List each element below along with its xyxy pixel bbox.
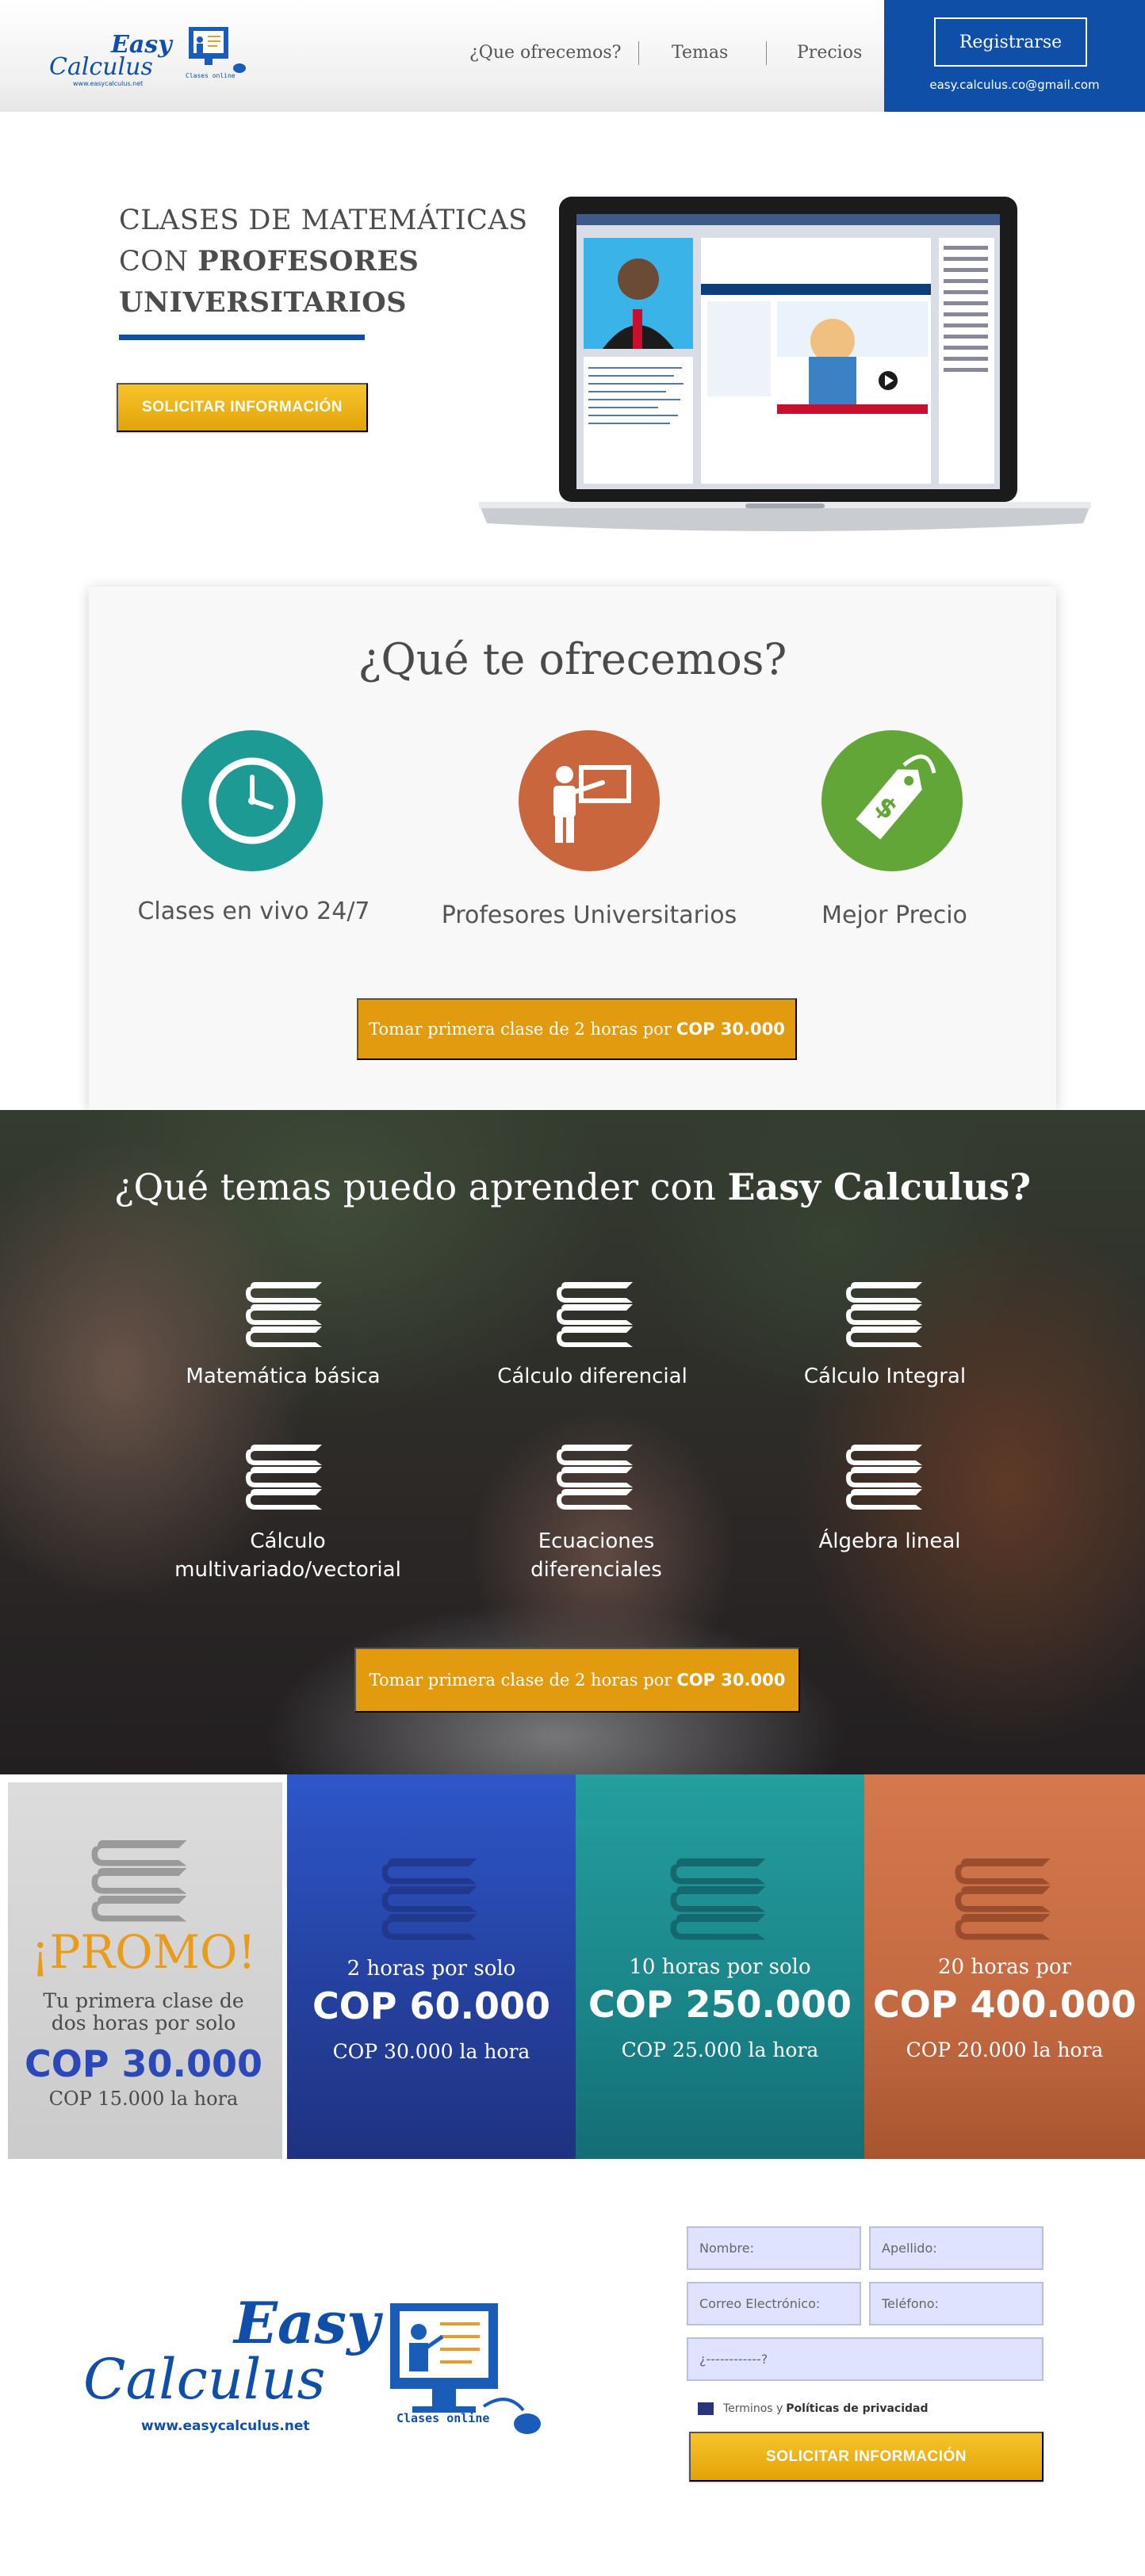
logo-word-calculus: Calculus bbox=[49, 53, 153, 81]
books-icon bbox=[557, 1282, 633, 1347]
submit-request-info-button[interactable]: SOLICITAR INFORMACIÓN bbox=[689, 2432, 1044, 2482]
first-class-button[interactable]: Tomar primera clase de 2 horas por COP 30… bbox=[357, 998, 797, 1060]
logo-tagline: Clases online bbox=[396, 2411, 489, 2425]
logo-url: www.easycalculus.net bbox=[141, 2418, 310, 2434]
plan-2-hours-column[interactable]: 2 horas por solo COP 60.000 COP 30.000 l… bbox=[287, 1774, 576, 2159]
plan-price: COP 60.000 bbox=[312, 1985, 551, 2027]
logo-word-calculus: Calculus bbox=[83, 2347, 325, 2412]
nav-link-que-ofrecemos[interactable]: ¿Que ofrecemos? bbox=[469, 43, 621, 63]
plan-duration: 2 horas por solo bbox=[347, 1957, 516, 1981]
site-header: Easy Calculus www.easycalculus.net Clase… bbox=[0, 0, 1145, 112]
clock-feature-circle bbox=[182, 730, 323, 871]
books-icon bbox=[955, 1858, 1051, 1940]
hero-request-info-button[interactable]: SOLICITAR INFORMACIÓN bbox=[117, 383, 368, 432]
plan-20-hours-column[interactable]: 20 horas por COP 400.000 COP 20.000 la h… bbox=[864, 1774, 1145, 2159]
register-button[interactable]: Registrarse bbox=[934, 17, 1087, 67]
price-tag-icon: $ bbox=[856, 754, 936, 840]
email-input[interactable] bbox=[687, 2282, 861, 2325]
offer-title: ¿Qué te ofrecemos? bbox=[358, 634, 787, 684]
laptop-screenshot-image bbox=[479, 197, 1091, 531]
plan-duration: 10 horas por solo bbox=[629, 1955, 811, 1979]
hero-title-line: UNIVERSITARIOS bbox=[119, 286, 407, 319]
teacher-icon bbox=[553, 765, 631, 843]
topics-first-class-button-text: Tomar primera clase de 2 horas por bbox=[369, 1671, 672, 1690]
logo-url: www.easycalculus.net bbox=[73, 80, 143, 87]
feature-label-live-classes: Clases en vivo 24/7 bbox=[137, 898, 370, 925]
books-icon bbox=[246, 1445, 322, 1510]
teacher-feature-circle bbox=[519, 730, 660, 871]
nav-divider bbox=[638, 41, 639, 65]
books-icon bbox=[557, 1445, 633, 1510]
promo-line: Tu primera clase de bbox=[43, 1989, 244, 2012]
topics-first-class-button[interactable]: Tomar primera clase de 2 horas por COP 30… bbox=[354, 1648, 800, 1713]
books-icon bbox=[246, 1282, 322, 1347]
terms-text: Terminos y bbox=[723, 2402, 783, 2415]
plan-per-hour: COP 25.000 la hora bbox=[621, 2038, 819, 2061]
hero-title-line: CLASES DE MATEMÁTICAS bbox=[119, 205, 528, 236]
nav-link-temas[interactable]: Temas bbox=[672, 43, 728, 63]
terms-row: Terminos y Políticas de privacidad bbox=[698, 2402, 929, 2415]
first-class-button-text: Tomar primera clase de 2 horas por bbox=[369, 1020, 672, 1039]
easy-calculus-logo-large: Easy Calculus www.easycalculus.net Clase… bbox=[83, 2289, 541, 2434]
feature-label-best-price: Mejor Precio bbox=[821, 901, 967, 929]
clock-icon bbox=[209, 757, 296, 844]
privacy-policy-link[interactable]: Políticas de privacidad bbox=[786, 2402, 928, 2415]
hero-title: CLASES DE MATEMÁTICAS CON PROFESORES UNI… bbox=[119, 200, 528, 323]
first-name-input[interactable] bbox=[687, 2226, 861, 2270]
books-icon bbox=[381, 1858, 477, 1940]
topic-label-ecuaciones-diferenciales: Ecuaciones diferenciales bbox=[530, 1529, 662, 1582]
books-icon bbox=[670, 1858, 766, 1940]
books-icon bbox=[846, 1445, 922, 1510]
topic-label-matematica-basica: Matemática básica bbox=[186, 1365, 381, 1388]
topic-label-calculo-diferencial: Cálculo diferencial bbox=[497, 1365, 687, 1388]
promo-per-hour: COP 15.000 la hora bbox=[48, 2088, 239, 2110]
last-name-input[interactable] bbox=[869, 2226, 1044, 2270]
logo-tagline: Clases online bbox=[186, 72, 236, 79]
plan-per-hour: COP 30.000 la hora bbox=[332, 2040, 530, 2063]
promo-line: dos horas por solo bbox=[51, 2011, 236, 2034]
easy-calculus-logo[interactable]: Easy Calculus www.easycalculus.net Clase… bbox=[49, 21, 247, 92]
hero-underline bbox=[119, 335, 365, 340]
topics-title: ¿Qué temas puedo aprender con Easy Calcu… bbox=[113, 1166, 1032, 1208]
plan-10-hours-column[interactable]: 10 horas por solo COP 250.000 COP 25.000… bbox=[576, 1774, 864, 2159]
promo-title: ¡PROMO! bbox=[31, 1925, 256, 1979]
topic-label-calculo-multivariado: Cálculo multivariado/vectorial bbox=[174, 1529, 401, 1582]
promo-price-column: ¡PROMO! Tu primera clase de dos horas po… bbox=[0, 1774, 287, 2159]
promo-price: COP 30.000 bbox=[24, 2042, 263, 2085]
hero-title-line: CON PROFESORES bbox=[119, 245, 419, 278]
terms-checkbox[interactable] bbox=[698, 2402, 714, 2415]
contact-email[interactable]: easy.calculus.co@gmail.com bbox=[884, 78, 1145, 92]
question-input[interactable] bbox=[687, 2337, 1044, 2381]
plan-per-hour: COP 20.000 la hora bbox=[906, 2038, 1104, 2061]
nav-link-precios[interactable]: Precios bbox=[797, 43, 862, 63]
plan-duration: 20 horas por bbox=[937, 1955, 1071, 1979]
topics-first-class-button-price: COP 30.000 bbox=[676, 1671, 786, 1690]
books-icon bbox=[846, 1282, 922, 1347]
phone-input[interactable] bbox=[869, 2282, 1044, 2325]
nav-divider bbox=[766, 41, 767, 65]
topic-label-algebra-lineal: Álgebra lineal bbox=[818, 1529, 961, 1553]
books-icon bbox=[91, 1840, 187, 1922]
first-class-button-price: COP 30.000 bbox=[676, 1020, 785, 1039]
plan-price: COP 400.000 bbox=[872, 1983, 1137, 2026]
topic-label-calculo-integral: Cálculo Integral bbox=[803, 1365, 967, 1388]
plan-price: COP 250.000 bbox=[588, 1983, 852, 2026]
price-feature-circle: $ bbox=[821, 730, 963, 871]
